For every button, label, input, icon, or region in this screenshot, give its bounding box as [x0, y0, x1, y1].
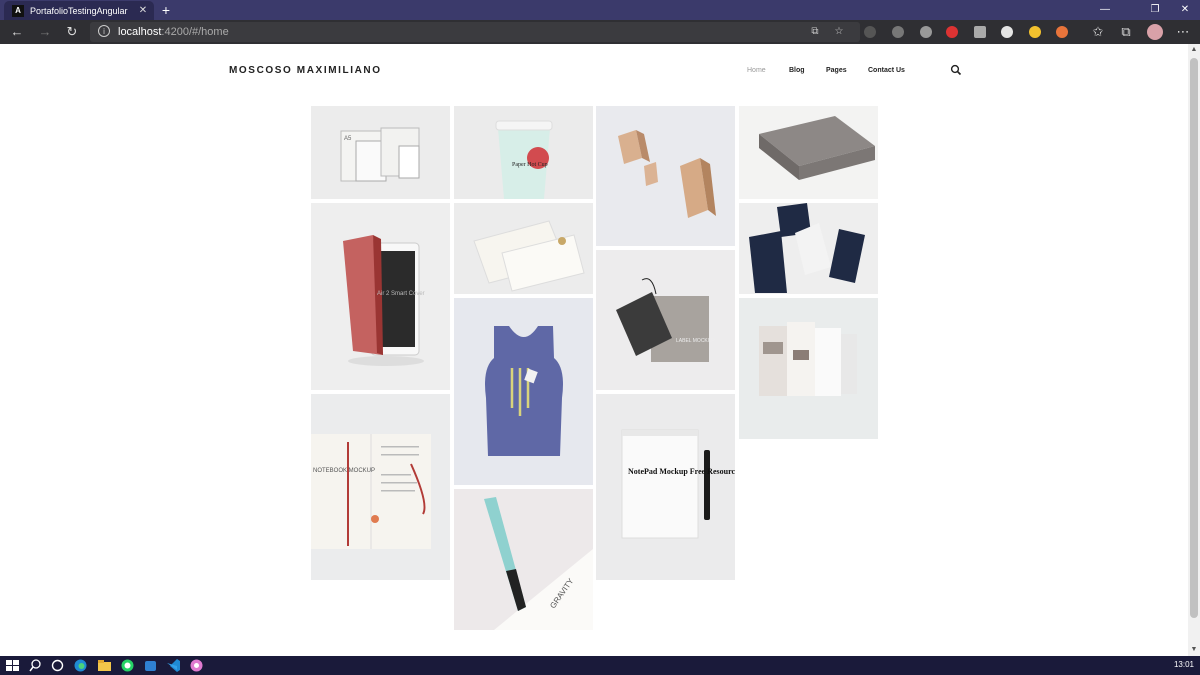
nav-contact-us[interactable]: Contact Us	[868, 67, 905, 74]
portfolio-tile-dark-cards[interactable]	[739, 203, 878, 294]
whatsapp-icon[interactable]	[120, 658, 135, 673]
extension-icon[interactable]	[946, 26, 958, 38]
reload-icon[interactable]: ↻	[60, 20, 84, 44]
app-icon[interactable]	[189, 658, 204, 673]
extension-icon[interactable]	[864, 26, 876, 38]
restore-window-icon[interactable]: ❐	[1140, 0, 1170, 20]
app-store-icon[interactable]	[143, 658, 158, 673]
ipad-label: Air 2 Smart Cover	[377, 291, 425, 297]
windows-taskbar: 13:01	[0, 656, 1200, 675]
portfolio-tile-gray-box[interactable]	[739, 106, 878, 199]
profile-avatar[interactable]	[1147, 24, 1163, 40]
extension-icon[interactable]	[1001, 26, 1013, 38]
portfolio-tile-notebook[interactable]: NOTEBOOK MOCKUP	[311, 394, 450, 580]
more-options-icon[interactable]: ⋯	[1171, 20, 1195, 44]
extension-icon[interactable]	[974, 26, 986, 38]
taskbar-clock[interactable]: 13:01	[1174, 660, 1194, 669]
label-tag-text: LABEL MOCKUP	[676, 338, 715, 344]
portfolio-tile-cup[interactable]: Paper Hot Cup	[454, 106, 593, 199]
file-explorer-icon[interactable]	[97, 658, 112, 673]
web-page: MOSCOSO MAXIMILIANO Home Blog Pages Cont…	[0, 44, 1188, 656]
scroll-up-icon[interactable]: ▲	[1188, 44, 1200, 56]
search-icon[interactable]	[28, 658, 43, 673]
page-scrollbar[interactable]: ▲ ▼	[1188, 44, 1200, 656]
close-tab-icon[interactable]: ✕	[136, 5, 150, 16]
portfolio-tile-wood-blocks[interactable]	[596, 106, 735, 246]
favorite-star-icon[interactable]: ☆	[832, 25, 846, 39]
browser-tab[interactable]: A PortafolioTestingAngular ✕	[4, 1, 154, 20]
notepad-label: NotePad Mockup Free Resource	[628, 467, 735, 476]
site-logo[interactable]: MOSCOSO MAXIMILIANO	[229, 65, 382, 76]
portfolio-tile-ipad[interactable]: Air 2 Smart Cover	[311, 203, 450, 390]
portfolio-tile-label-tag[interactable]: LABEL MOCKUP	[596, 250, 735, 390]
windows-start-icon[interactable]	[5, 658, 20, 673]
extension-icon[interactable]	[1029, 26, 1041, 38]
minimize-window-icon[interactable]: —	[1090, 0, 1120, 20]
site-info-icon[interactable]: i	[98, 25, 110, 37]
portfolio-tile-pen[interactable]: GRAVITY	[454, 489, 593, 630]
extension-icon[interactable]	[1056, 26, 1068, 38]
browser-tab-bar: A PortafolioTestingAngular ✕ + — ❐ ✕	[0, 0, 1200, 20]
scroll-down-icon[interactable]: ▼	[1188, 644, 1200, 656]
search-icon[interactable]	[950, 64, 962, 76]
url-text[interactable]: localhost:4200/#/home	[118, 26, 229, 38]
url-host: localhost	[118, 26, 162, 38]
back-icon[interactable]: ←	[5, 20, 29, 44]
portfolio-tile-stationery[interactable]: A5	[311, 106, 450, 199]
stationery-label: A5	[344, 136, 352, 142]
vscode-icon[interactable]	[166, 658, 181, 673]
nav-home[interactable]: Home	[747, 67, 766, 74]
portfolio-tile-tank-top[interactable]	[454, 298, 593, 485]
cup-label: Paper Hot Cup	[512, 162, 548, 168]
favorites-icon[interactable]: ✩	[1086, 20, 1110, 44]
nav-pages[interactable]: Pages	[826, 67, 847, 74]
notebook-label: NOTEBOOK MOCKUP	[313, 468, 375, 474]
tab-title: PortafolioTestingAngular	[30, 5, 128, 16]
browser-toolbar: ← → ↻ i localhost:4200/#/home ⧉ ☆ ✩ ⧉ ⋯	[0, 20, 1200, 44]
extension-icon[interactable]	[920, 26, 932, 38]
portfolio-tile-business-card[interactable]	[454, 203, 593, 294]
task-view-icon[interactable]	[50, 658, 65, 673]
url-path: :4200/#/home	[161, 26, 229, 38]
portfolio-tile-notepad[interactable]: NotePad Mockup Free Resource	[596, 394, 735, 580]
collections-icon[interactable]: ⧉	[1114, 20, 1138, 44]
scrollbar-thumb[interactable]	[1190, 58, 1198, 618]
reader-view-icon[interactable]: ⧉	[808, 25, 822, 39]
close-window-icon[interactable]: ✕	[1170, 0, 1200, 20]
forward-icon[interactable]: →	[33, 20, 57, 44]
portfolio-tile-app-screens[interactable]	[739, 298, 878, 439]
nav-blog[interactable]: Blog	[789, 67, 805, 74]
extension-icon[interactable]	[892, 26, 904, 38]
angular-favicon-icon: A	[12, 4, 24, 17]
edge-browser-icon[interactable]	[73, 658, 88, 673]
new-tab-icon[interactable]: +	[158, 1, 174, 19]
address-bar[interactable]: i localhost:4200/#/home ⧉ ☆	[90, 22, 860, 42]
